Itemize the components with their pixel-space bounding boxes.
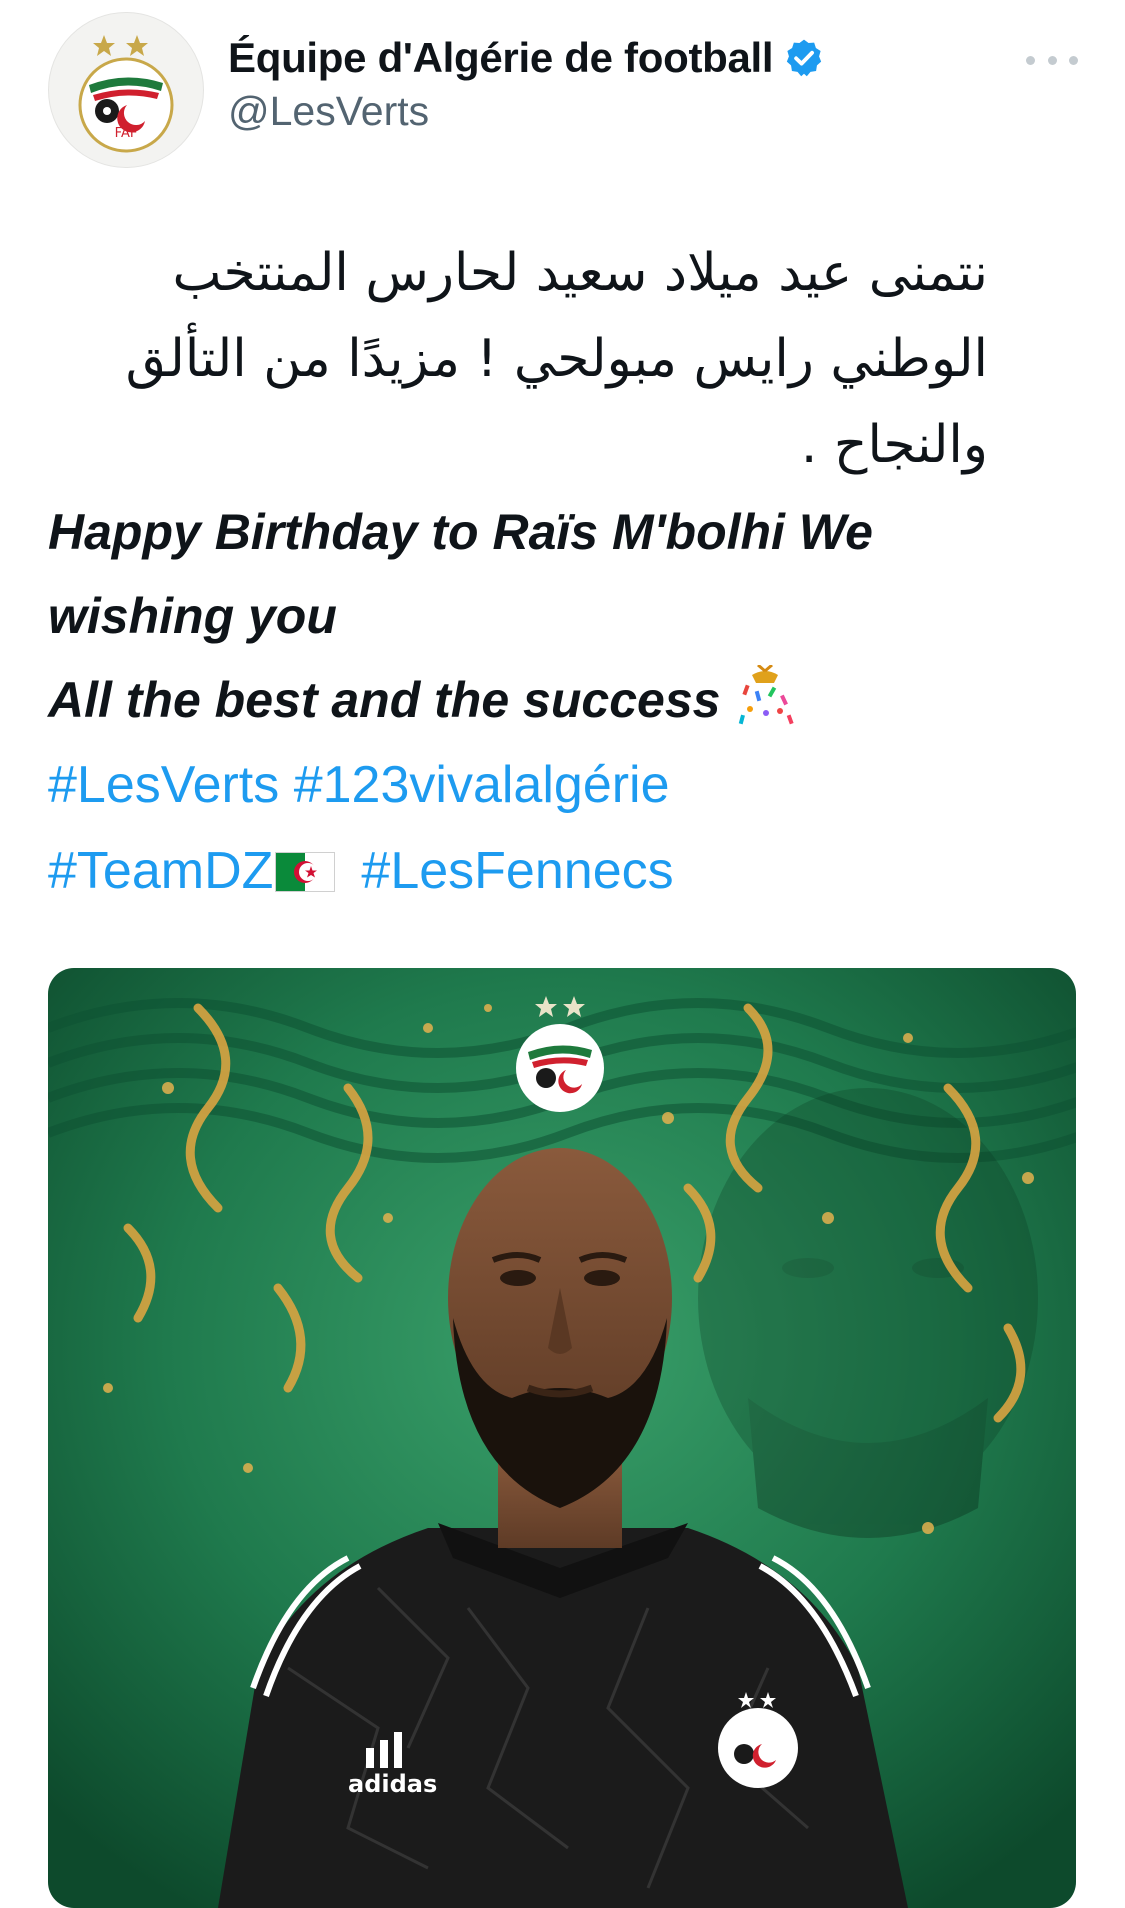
display-name[interactable]: Équipe d'Algérie de football — [228, 34, 774, 82]
hashtag-line-1: #LesVerts #123vivalalgérie — [48, 742, 1048, 828]
arabic-line-1: نتمنى عيد ميلاد سعيد لحارس المنتخب — [172, 243, 989, 303]
verified-badge-icon — [783, 37, 825, 79]
account-handle[interactable]: @LesVerts — [228, 88, 825, 135]
hashtag-teamdz[interactable]: #TeamDZ — [48, 842, 273, 900]
confetti-ball-icon — [730, 663, 800, 727]
english-line-3: All the best and the success — [48, 658, 1048, 742]
faf-crest-logo: FAF — [78, 35, 174, 153]
hashtag-lesverts[interactable]: #LesVerts — [48, 756, 279, 814]
hashtag-lesfennecs[interactable]: #LesFennecs — [361, 842, 673, 900]
svg-text:FAF: FAF — [115, 126, 138, 141]
arabic-line-2: الوطني رايس مبولحي ! مزيدًا من التألق — [125, 329, 988, 389]
birthday-graphic-photo: adidas — [48, 968, 1076, 1908]
tweet-media-image[interactable]: adidas — [48, 968, 1076, 1908]
english-text: Happy Birthday to Raïs M'bolhi We wishin… — [48, 490, 1048, 742]
english-line-3-text: All the best and the success — [48, 672, 721, 728]
tweet-text: نتمنى عيد ميلاد سعيد لحارس المنتخب الوطن… — [48, 230, 1058, 914]
algeria-flag-icon — [275, 832, 336, 892]
arabic-text: نتمنى عيد ميلاد سعيد لحارس المنتخب الوطن… — [48, 230, 988, 488]
hashtag-line-2: #TeamDZ #LesFennecs — [48, 828, 1048, 914]
hashtag-123vivalalgerie[interactable]: #123vivalalgérie — [294, 756, 670, 814]
svg-text:adidas: adidas — [348, 1770, 437, 1798]
english-line-2: wishing you — [48, 588, 337, 644]
dot — [1026, 55, 1035, 65]
dot — [1047, 55, 1057, 65]
dot — [1069, 55, 1078, 65]
account-names: Équipe d'Algérie de football @LesVerts — [228, 34, 825, 135]
hashtags: #LesVerts #123vivalalgérie #TeamDZ #LesF… — [48, 742, 1048, 914]
english-line-1: Happy Birthday to Raïs M'bolhi We — [48, 504, 873, 560]
more-dots-icon[interactable] — [1026, 48, 1078, 72]
display-name-row: Équipe d'Algérie de football — [228, 34, 825, 82]
arabic-line-3: والنجاح . — [800, 415, 988, 475]
tweet-header: FAF Équipe d'Algérie de football @LesVer… — [48, 12, 1078, 172]
account-avatar[interactable]: FAF — [48, 12, 204, 168]
